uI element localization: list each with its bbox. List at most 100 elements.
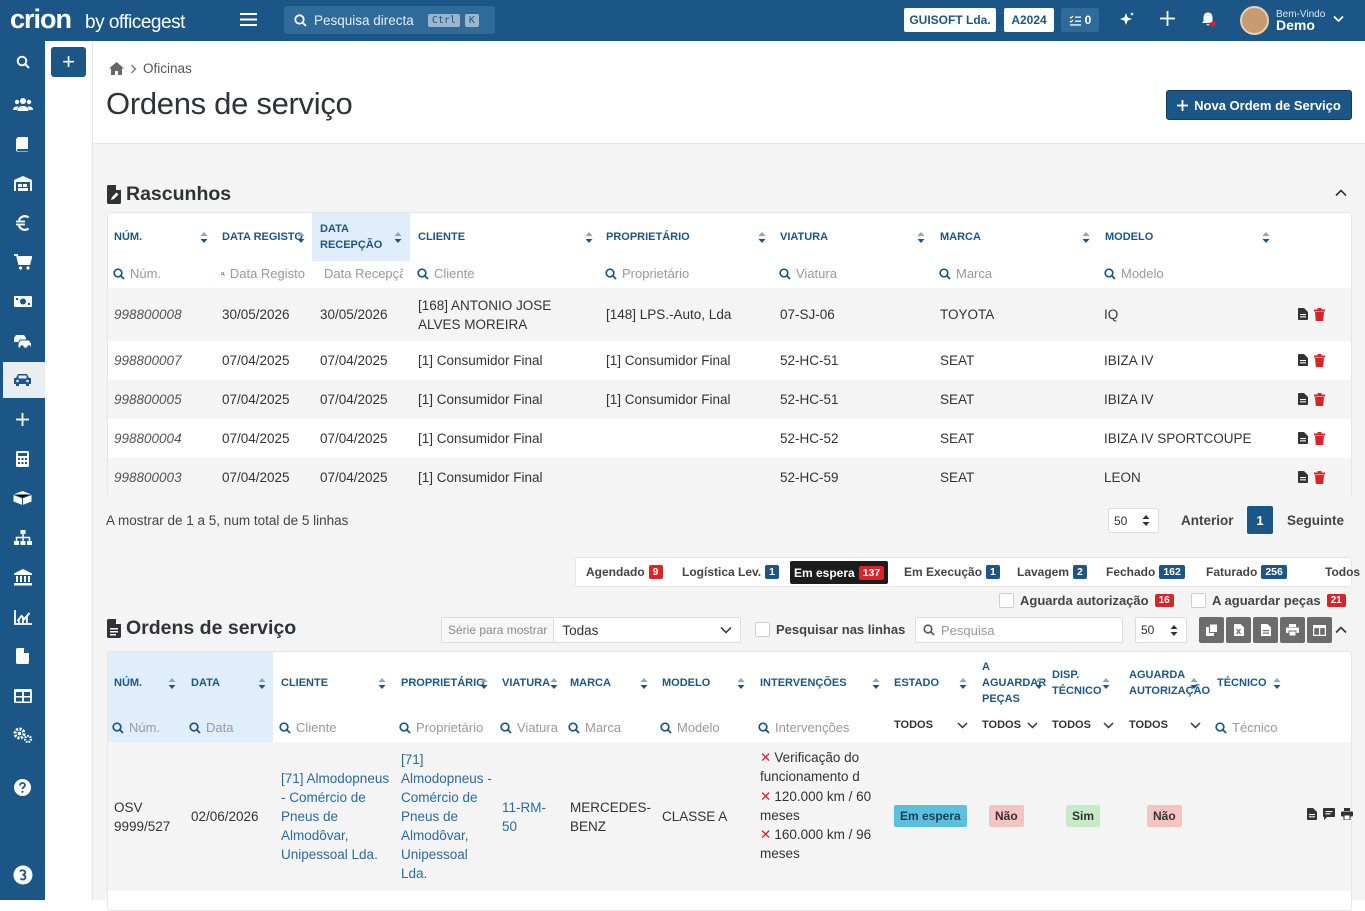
status-filter-8[interactable]: Todos	[1325, 565, 1360, 579]
drafts-filter-input[interactable]: Proprietário	[605, 266, 765, 281]
orders-search-input[interactable]: Pesquisa	[915, 617, 1123, 643]
trash-icon[interactable]	[1314, 393, 1325, 406]
orders-filter-input[interactable]: Marca	[568, 720, 648, 735]
sort-icon[interactable]	[872, 678, 880, 689]
sort-icon[interactable]	[394, 232, 402, 243]
sort-icon[interactable]	[550, 678, 558, 689]
sort-icon[interactable]	[297, 232, 305, 243]
sort-icon[interactable]	[737, 678, 745, 689]
drafts-filter-input[interactable]: Viatura	[779, 266, 939, 281]
status-filter-1[interactable]: Agendado 9	[586, 565, 663, 579]
orders-filter-input[interactable]: Técnico	[1215, 720, 1279, 735]
drafts-col-header[interactable]: DATA REGISTO	[222, 229, 303, 245]
sort-icon[interactable]	[917, 232, 925, 243]
trash-icon[interactable]	[1314, 354, 1325, 367]
table-icon[interactable]	[0, 678, 45, 714]
sort-icon[interactable]	[758, 232, 766, 243]
settings-icon[interactable]	[0, 717, 45, 753]
trash-icon[interactable]	[1314, 471, 1325, 484]
drafts-filter-input[interactable]: Núm.	[113, 266, 203, 281]
drafts-col-header[interactable]: DATA RECEPÇÃO	[320, 221, 392, 253]
document-icon[interactable]	[1307, 808, 1317, 820]
copy-icon[interactable]	[1199, 617, 1224, 643]
drafts-filter-input[interactable]: Cliente	[417, 266, 577, 281]
checkbox[interactable]	[1191, 593, 1206, 608]
chevron-down-icon[interactable]	[1333, 15, 1344, 23]
drafts-col-header[interactable]: NÚM.	[114, 229, 142, 245]
sort-icon[interactable]	[1035, 678, 1043, 689]
orders-filter-input[interactable]: Intervenções	[758, 720, 878, 735]
drafts-filter-input[interactable]: Marca	[939, 266, 1099, 281]
orders-col-header[interactable]: VIATURA	[502, 675, 552, 691]
car-icon[interactable]	[0, 362, 45, 398]
orders-filter-input[interactable]: Proprietário	[399, 720, 489, 735]
document-icon[interactable]	[1298, 432, 1308, 445]
orders-filter-select[interactable]: TODOS	[982, 719, 1038, 731]
page-1-button[interactable]: 1	[1247, 506, 1273, 534]
orders-col-header[interactable]: A AGUARDAR PEÇAS	[982, 659, 1046, 707]
company-badge[interactable]: GUISOFT Lda.	[904, 8, 996, 32]
drafts-filter-input[interactable]: Modelo	[1104, 266, 1264, 281]
sort-icon[interactable]	[585, 232, 593, 243]
cars-icon[interactable]	[0, 323, 45, 359]
document-icon[interactable]	[1298, 354, 1308, 367]
app-logo[interactable]: crion by officegest	[10, 4, 185, 36]
print-icon[interactable]	[1280, 617, 1305, 643]
drafts-page-size[interactable]: 50	[1108, 508, 1159, 533]
plus-icon[interactable]	[0, 401, 45, 437]
status-filter-4[interactable]: Em Execução 1	[904, 565, 1000, 579]
drafts-col-header[interactable]: CLIENTE	[418, 229, 465, 245]
status-filter-5[interactable]: Lavagem 2	[1017, 565, 1087, 579]
sort-icon[interactable]	[1102, 678, 1110, 689]
boxes-icon[interactable]	[0, 480, 45, 516]
status-filter-3[interactable]: Em espera 137	[790, 561, 889, 584]
sort-icon[interactable]	[1190, 678, 1198, 689]
tasks-button[interactable]: 0	[1061, 8, 1099, 32]
home-icon[interactable]	[109, 62, 124, 75]
euro-icon[interactable]	[0, 205, 45, 241]
users-icon[interactable]	[0, 86, 45, 122]
orders-col-header[interactable]: AGUARDA AUTORIZAÇÃO	[1129, 667, 1211, 699]
columns-icon[interactable]	[1307, 617, 1332, 643]
sitemap-icon[interactable]	[0, 520, 45, 556]
drafts-col-header[interactable]: VIATURA	[780, 229, 828, 245]
sort-icon[interactable]	[480, 678, 488, 689]
search-icon[interactable]	[0, 44, 45, 80]
year-badge[interactable]: A2024	[1004, 8, 1054, 32]
checkbox[interactable]	[999, 593, 1014, 608]
app-switch-icon[interactable]	[0, 857, 45, 893]
comment-icon[interactable]	[1323, 808, 1335, 820]
global-search[interactable]: Pesquisa directa Ctrl K	[284, 6, 495, 34]
sort-icon[interactable]	[200, 232, 208, 243]
sort-icon[interactable]	[168, 678, 176, 689]
drafts-filter-input[interactable]: Data Registo	[221, 266, 305, 281]
drafts-filter-input[interactable]: Data Recepção	[319, 266, 403, 281]
add-icon[interactable]	[1160, 11, 1175, 26]
orders-col-header[interactable]: MODELO	[662, 675, 722, 691]
status-filter-6[interactable]: Fechado 162	[1106, 565, 1185, 579]
orders-col-header[interactable]: TÉCNICO	[1217, 675, 1277, 691]
intervention-item[interactable]: ✕ 160.000 km / 96 meses	[760, 825, 885, 864]
sort-icon[interactable]	[1082, 232, 1090, 243]
table-row[interactable]	[108, 458, 1351, 497]
drafts-col-header[interactable]: MARCA	[940, 229, 981, 245]
orders-col-header[interactable]: PROPRIETÁRIO	[401, 675, 485, 691]
orders-filter-input[interactable]: Núm.	[112, 720, 182, 735]
trash-icon[interactable]	[1314, 308, 1325, 321]
status-filter-7[interactable]: Faturado 256	[1206, 565, 1287, 579]
status-filter-2[interactable]: Logística Lev. 1	[682, 565, 779, 579]
orders-filter-select[interactable]: TODOS	[1052, 719, 1114, 731]
prev-page-button[interactable]: Anterior	[1181, 513, 1234, 528]
drafts-col-header[interactable]: PROPRIETÁRIO	[606, 229, 690, 245]
aguarda-autorizacao-filter[interactable]: Aguarda autorização 16	[999, 593, 1174, 608]
next-page-button[interactable]: Seguinte	[1287, 513, 1344, 528]
user-menu[interactable]: Bem-Vindo Demo	[1276, 9, 1325, 32]
trash-icon[interactable]	[1314, 432, 1325, 445]
chevron-up-icon[interactable]	[1335, 189, 1347, 197]
document-icon[interactable]	[1298, 393, 1308, 406]
menu-icon[interactable]	[240, 11, 257, 28]
sparkle-icon[interactable]	[1119, 11, 1136, 28]
drafts-col-header[interactable]: MODELO	[1105, 229, 1153, 245]
new-order-button[interactable]: Nova Ordem de Serviço	[1166, 90, 1352, 120]
bell-icon[interactable]	[1200, 11, 1217, 28]
